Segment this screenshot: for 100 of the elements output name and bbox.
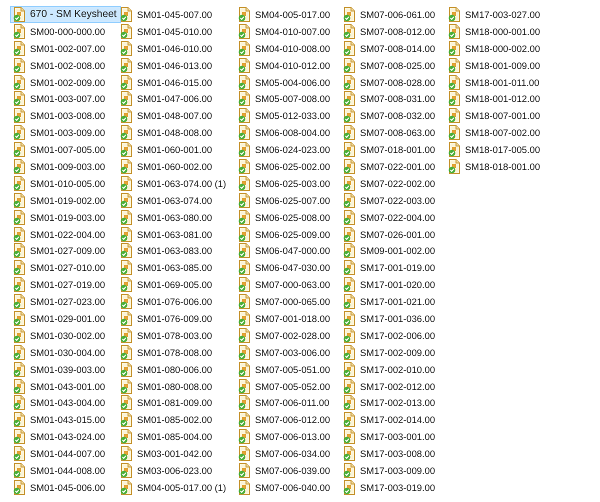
file-item[interactable]: SM17-001-020.00 (340, 276, 440, 294)
file-item[interactable]: SM18-001-011.00 (445, 74, 544, 90)
file-item[interactable]: SM07-022-002.00 (340, 174, 440, 192)
file-item[interactable]: SM01-063-081.00 (117, 226, 216, 242)
file-item[interactable]: SM17-001-036.00 (340, 310, 440, 327)
file-item[interactable]: SM01-027-009.00 (10, 242, 110, 260)
file-item[interactable]: SM06-025-009.00 (235, 226, 334, 242)
file-item[interactable]: SM05-004-006.00 (235, 74, 334, 90)
file-item[interactable]: SM01-010-005.00 (10, 174, 110, 192)
file-item[interactable]: SM01-003-009.00 (10, 124, 110, 142)
file-item[interactable]: SM05-012-033.00 (235, 107, 334, 124)
file-item[interactable]: SM01-044-007.00 (10, 445, 110, 462)
file-item[interactable]: SM01-002-007.00 (10, 40, 110, 57)
file-item[interactable]: SM04-005-017.00 (235, 6, 334, 23)
file-item[interactable]: SM01-044-008.00 (10, 462, 110, 479)
file-item[interactable]: SM07-008-012.00 (340, 22, 440, 40)
file-item[interactable]: SM01-007-005.00 (10, 141, 110, 158)
file-item[interactable]: SM01-027-010.00 (10, 259, 110, 276)
file-item[interactable]: SM01-060-002.00 (117, 158, 216, 175)
file-item[interactable]: SM01-043-001.00 (10, 378, 110, 394)
file-item[interactable]: SM03-006-023.00 (117, 462, 216, 479)
file-item[interactable]: SM07-002-028.00 (235, 326, 334, 344)
file-item[interactable]: SM18-017-005.00 (445, 141, 544, 158)
file-item[interactable]: SM17-002-012.00 (340, 378, 440, 394)
file-item[interactable]: SM01-047-006.00 (117, 90, 216, 108)
file-item[interactable]: SM04-005-017.00 (1) (117, 478, 230, 496)
file-item[interactable]: SM18-007-001.00 (445, 107, 544, 124)
file-item[interactable]: SM01-027-023.00 (10, 293, 110, 310)
file-item[interactable]: SM06-025-007.00 (235, 192, 334, 209)
file-item[interactable]: SM01-048-007.00 (117, 107, 216, 124)
file-item[interactable]: SM07-005-051.00 (235, 360, 334, 378)
file-item[interactable]: SM07-008-014.00 (340, 40, 440, 57)
file-item[interactable]: SM06-025-003.00 (235, 174, 334, 192)
file-item[interactable]: SM17-002-006.00 (340, 326, 440, 344)
file-item[interactable]: SM01-081-009.00 (117, 394, 216, 412)
file-item[interactable]: SM01-063-074.00 (1) (117, 174, 230, 192)
file-item[interactable]: SM04-010-008.00 (235, 40, 334, 57)
file-item[interactable]: SM06-025-008.00 (235, 208, 334, 226)
file-item[interactable]: SM06-008-004.00 (235, 124, 334, 142)
file-item[interactable]: SM01-002-008.00 (10, 56, 110, 74)
file-item[interactable]: SM07-005-052.00 (235, 378, 334, 394)
file-item[interactable]: SM07-006-040.00 (235, 478, 334, 496)
file-item[interactable]: SM18-001-009.00 (445, 56, 544, 74)
file-item[interactable]: SM07-026-001.00 (340, 226, 440, 242)
file-item[interactable]: SM01-048-008.00 (117, 124, 216, 142)
file-item[interactable]: SM07-008-063.00 (340, 124, 440, 142)
file-item[interactable]: SM01-043-004.00 (10, 394, 110, 412)
file-item[interactable]: SM07-022-001.00 (340, 158, 440, 175)
file-item[interactable]: SM01-002-009.00 (10, 74, 110, 90)
file-item[interactable]: SM01-076-006.00 (117, 293, 216, 310)
file-item[interactable]: SM07-018-001.00 (340, 141, 440, 158)
file-item[interactable]: SM01-043-024.00 (10, 428, 110, 446)
file-item[interactable]: SM17-001-021.00 (340, 293, 440, 310)
file-item[interactable]: SM01-046-013.00 (117, 56, 216, 74)
file-item[interactable]: SM17-002-014.00 (340, 411, 440, 428)
file-item[interactable]: SM07-006-012.00 (235, 411, 334, 428)
file-item[interactable]: SM01-003-008.00 (10, 107, 110, 124)
file-item[interactable]: SM17-003-027.00 (445, 6, 544, 23)
file-item[interactable]: SM07-000-063.00 (235, 276, 334, 294)
file-item[interactable]: SM07-001-018.00 (235, 310, 334, 327)
file-item[interactable]: SM01-063-080.00 (117, 208, 216, 226)
file-item[interactable]: SM09-001-002.00 (340, 242, 440, 260)
file-item[interactable]: SM01-069-005.00 (117, 276, 216, 294)
file-item[interactable]: SM05-007-008.00 (235, 90, 334, 108)
file-item[interactable]: SM01-046-015.00 (117, 74, 216, 90)
file-item[interactable]: 670 - SM Keysheet (10, 6, 121, 23)
file-item[interactable]: SM03-001-042.00 (117, 445, 216, 462)
file-item[interactable]: SM04-010-007.00 (235, 22, 334, 40)
file-item[interactable]: SM07-006-039.00 (235, 462, 334, 479)
file-item[interactable]: SM00-000-000.00 (10, 22, 110, 40)
file-item[interactable]: SM17-001-019.00 (340, 259, 440, 276)
file-item[interactable]: SM18-000-002.00 (445, 40, 544, 57)
file-item[interactable]: SM01-060-001.00 (117, 141, 216, 158)
file-item[interactable]: SM07-008-032.00 (340, 107, 440, 124)
file-item[interactable]: SM07-006-011.00 (235, 394, 334, 412)
file-item[interactable]: SM17-003-019.00 (340, 478, 440, 496)
file-item[interactable]: SM01-085-002.00 (117, 411, 216, 428)
file-item[interactable]: SM01-078-008.00 (117, 344, 216, 361)
file-item[interactable]: SM07-008-031.00 (340, 90, 440, 108)
file-item[interactable]: SM18-007-002.00 (445, 124, 544, 142)
file-item[interactable]: SM01-019-002.00 (10, 192, 110, 209)
file-item[interactable]: SM01-046-010.00 (117, 40, 216, 57)
file-item[interactable]: SM01-043-015.00 (10, 411, 110, 428)
file-item[interactable]: SM01-080-006.00 (117, 360, 216, 378)
file-item[interactable]: SM17-002-009.00 (340, 344, 440, 361)
file-item[interactable]: SM01-076-009.00 (117, 310, 216, 327)
file-item[interactable]: SM07-000-065.00 (235, 293, 334, 310)
file-item[interactable]: SM07-006-013.00 (235, 428, 334, 446)
file-item[interactable]: SM06-047-030.00 (235, 259, 334, 276)
file-item[interactable]: SM01-019-003.00 (10, 208, 110, 226)
file-item[interactable]: SM07-006-034.00 (235, 445, 334, 462)
file-item[interactable]: SM07-022-004.00 (340, 208, 440, 226)
file-item[interactable]: SM06-025-002.00 (235, 158, 334, 175)
file-item[interactable]: SM01-039-003.00 (10, 360, 110, 378)
file-item[interactable]: SM01-078-003.00 (117, 326, 216, 344)
file-item[interactable]: SM07-008-028.00 (340, 74, 440, 90)
file-item[interactable]: SM01-029-001.00 (10, 310, 110, 327)
file-item[interactable]: SM01-063-074.00 (117, 192, 216, 209)
file-item[interactable]: SM01-003-007.00 (10, 90, 110, 108)
file-item[interactable]: SM17-003-008.00 (340, 445, 440, 462)
